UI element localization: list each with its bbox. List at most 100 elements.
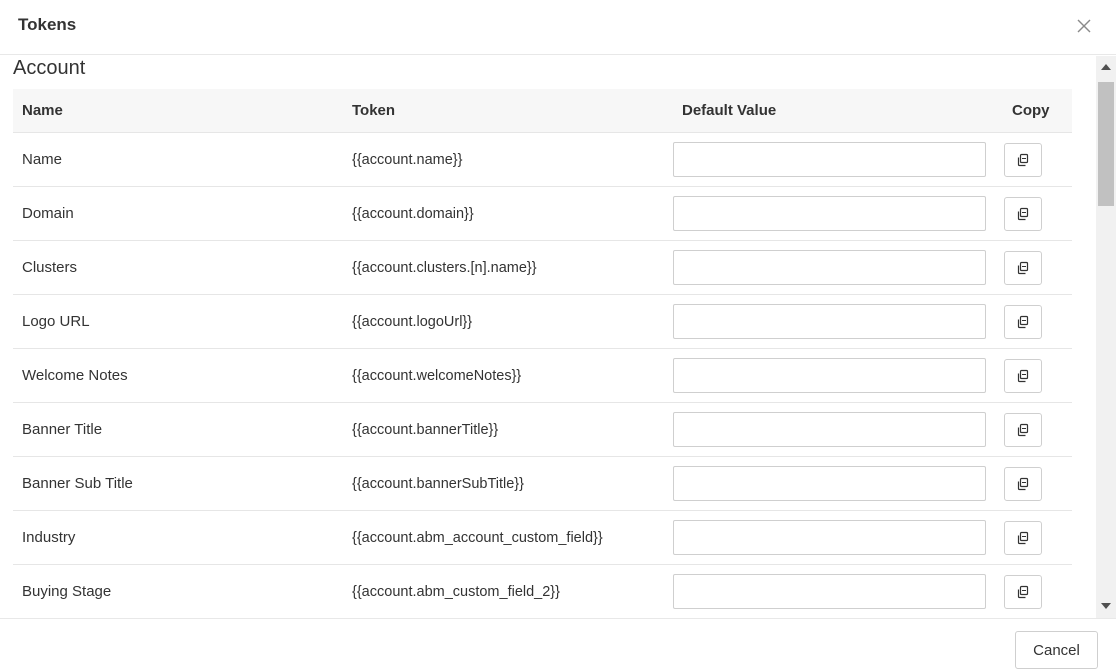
token-name: Industry <box>22 529 76 546</box>
modal-body: Account Name Token Default Value Copy Na… <box>0 56 1116 618</box>
copy-cell <box>1003 565 1072 619</box>
copy-icon <box>1017 531 1029 544</box>
token-text: {{account.name}} <box>352 152 463 168</box>
section-title: Account <box>13 57 86 79</box>
token-text: {{account.clusters.[n].name}} <box>352 260 537 276</box>
token-name: Buying Stage <box>22 583 112 600</box>
default-value-cell <box>673 402 1003 457</box>
scroll-down-arrow-icon <box>1101 603 1111 609</box>
vertical-scrollbar[interactable] <box>1096 56 1116 618</box>
copy-cell <box>1003 186 1072 241</box>
column-header-copy: Copy <box>1003 89 1072 133</box>
copy-button[interactable] <box>1004 520 1042 555</box>
token-text: {{account.welcomeNotes}} <box>352 368 522 384</box>
scroll-down-button[interactable] <box>1096 597 1116 615</box>
copy-icon <box>1017 585 1029 598</box>
token-name: Name <box>22 151 63 168</box>
default-value-cell <box>673 186 1003 241</box>
token-name: Logo URL <box>22 313 90 330</box>
token-name-cell: Buying Stage <box>13 565 343 619</box>
token-cell: {{account.clusters.[n].name}} <box>343 240 673 295</box>
copy-cell <box>1003 348 1072 403</box>
token-name-cell: Clusters <box>13 240 343 295</box>
default-value-input[interactable] <box>673 574 986 609</box>
token-name-cell: Banner Title <box>13 402 343 457</box>
copy-cell <box>1003 240 1072 295</box>
token-text: {{account.bannerTitle}} <box>352 422 499 438</box>
token-cell: {{account.bannerTitle}} <box>343 402 673 457</box>
copy-icon <box>1017 207 1029 220</box>
copy-icon <box>1017 261 1029 274</box>
token-name-cell: Domain <box>13 186 343 241</box>
token-name-cell: Name <box>13 132 343 187</box>
modal-title: Tokens <box>18 15 77 34</box>
token-name-cell: Welcome Notes <box>13 348 343 403</box>
token-name-cell: Logo URL <box>13 294 343 349</box>
column-header-name: Name <box>13 89 343 133</box>
default-value-cell <box>673 565 1003 619</box>
token-cell: {{account.abm_account_custom_field}} <box>343 510 673 565</box>
token-cell: {{account.welcomeNotes}} <box>343 348 673 403</box>
default-value-cell <box>673 510 1003 565</box>
token-cell: {{account.name}} <box>343 132 673 187</box>
copy-button[interactable] <box>1004 142 1042 177</box>
default-value-input[interactable] <box>673 304 986 339</box>
copy-button[interactable] <box>1004 196 1042 231</box>
token-name-cell: Industry <box>13 510 343 565</box>
default-value-input[interactable] <box>673 250 986 285</box>
column-header-token: Token <box>343 89 673 133</box>
default-value-cell <box>673 294 1003 349</box>
table-row: Logo URL {{account.logoUrl}} <box>13 294 1072 349</box>
modal-footer: Cancel <box>0 618 1116 672</box>
table-row: Banner Title {{account.bannerTitle}} <box>13 402 1072 457</box>
token-name: Banner Sub Title <box>22 475 133 492</box>
table-row: Banner Sub Title {{account.bannerSubTitl… <box>13 456 1072 511</box>
copy-cell <box>1003 456 1072 511</box>
copy-button[interactable] <box>1004 250 1042 285</box>
copy-cell <box>1003 402 1072 457</box>
token-cell: {{account.abm_custom_field_2}} <box>343 565 673 619</box>
token-name: Welcome Notes <box>22 367 128 384</box>
scroll-up-arrow-icon <box>1101 64 1111 70</box>
tokens-table-wrapper: Name Token Default Value Copy Name {{acc… <box>13 89 1072 618</box>
default-value-cell <box>673 132 1003 187</box>
tokens-table: Name Token Default Value Copy Name {{acc… <box>13 89 1072 618</box>
table-row: Domain {{account.domain}} <box>13 186 1072 241</box>
copy-icon <box>1017 423 1029 436</box>
token-name: Domain <box>22 205 74 222</box>
copy-icon <box>1017 477 1029 490</box>
token-text: {{account.logoUrl}} <box>352 314 473 330</box>
column-header-default-value: Default Value <box>673 89 1003 133</box>
default-value-input[interactable] <box>673 520 986 555</box>
default-value-input[interactable] <box>673 142 986 177</box>
cancel-button[interactable]: Cancel <box>1015 631 1098 669</box>
copy-icon <box>1017 153 1029 166</box>
token-text: {{account.abm_account_custom_field}} <box>352 530 603 546</box>
scroll-thumb[interactable] <box>1098 82 1114 206</box>
copy-button[interactable] <box>1004 466 1042 501</box>
close-icon <box>1077 19 1091 33</box>
default-value-input[interactable] <box>673 412 986 447</box>
table-row: Industry {{account.abm_account_custom_fi… <box>13 510 1072 565</box>
default-value-input[interactable] <box>673 358 986 393</box>
close-button[interactable] <box>1072 14 1096 38</box>
default-value-cell <box>673 348 1003 403</box>
default-value-cell <box>673 456 1003 511</box>
copy-cell <box>1003 510 1072 565</box>
token-cell: {{account.logoUrl}} <box>343 294 673 349</box>
scroll-up-button[interactable] <box>1096 58 1116 76</box>
token-cell: {{account.domain}} <box>343 186 673 241</box>
copy-button[interactable] <box>1004 412 1042 447</box>
default-value-cell <box>673 240 1003 295</box>
copy-cell <box>1003 132 1072 187</box>
modal-header: Tokens <box>0 0 1116 55</box>
default-value-input[interactable] <box>673 466 986 501</box>
tokens-modal: Tokens Account Name Token Default Value … <box>0 0 1116 672</box>
copy-icon <box>1017 369 1029 382</box>
copy-button[interactable] <box>1004 358 1042 393</box>
table-row: Name {{account.name}} <box>13 132 1072 187</box>
table-row: Clusters {{account.clusters.[n].name}} <box>13 240 1072 295</box>
copy-button[interactable] <box>1004 304 1042 339</box>
copy-button[interactable] <box>1004 574 1042 609</box>
default-value-input[interactable] <box>673 196 986 231</box>
